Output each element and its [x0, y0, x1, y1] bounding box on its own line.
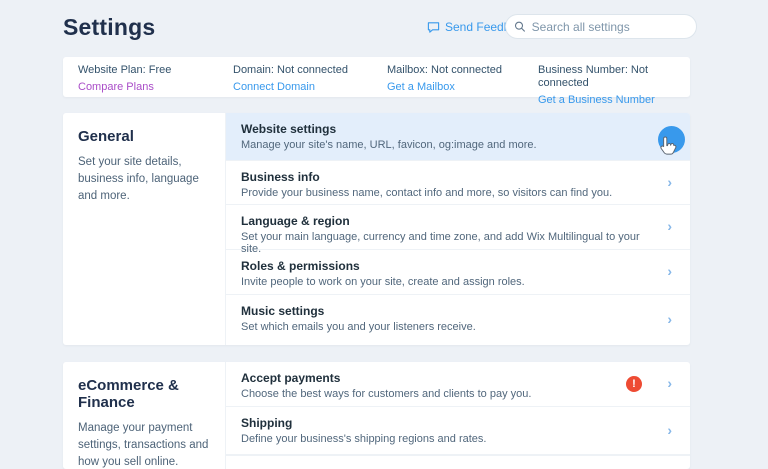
row-shipping[interactable]: Shipping Define your business's shipping…: [226, 407, 690, 455]
feedback-bubble-icon: [427, 21, 440, 34]
section-general-rows: Website settings Manage your site's name…: [225, 113, 690, 345]
chevron-right-icon: ›: [667, 174, 672, 188]
row-description: Choose the best ways for customers and c…: [241, 388, 650, 400]
chevron-right-icon: ›: [667, 312, 672, 326]
row-description: Define your business's shipping regions …: [241, 433, 650, 445]
section-ecommerce-header: eCommerce & Finance Manage your payment …: [63, 362, 225, 469]
hand-cursor-icon: [657, 135, 678, 159]
row-description: Provide your business name, contact info…: [241, 187, 650, 199]
status-item-plan: Website Plan: Free Compare Plans: [78, 64, 171, 95]
section-title: General: [78, 128, 213, 145]
business-number-status-label: Business Number: Not connected: [538, 64, 690, 90]
row-description: Manage your site's name, URL, favicon, o…: [241, 139, 650, 151]
mailbox-status-label: Mailbox: Not connected: [387, 64, 502, 77]
status-item-domain: Domain: Not connected Connect Domain: [233, 64, 348, 95]
status-item-business-number: Business Number: Not connected Get a Bus…: [538, 64, 690, 108]
row-title: Shipping: [241, 416, 650, 430]
chevron-right-icon: ›: [667, 219, 672, 233]
domain-status-label: Domain: Not connected: [233, 64, 348, 77]
section-title: eCommerce & Finance: [78, 377, 213, 411]
row-title: Music settings: [241, 304, 650, 318]
row-title: Website settings: [241, 122, 650, 136]
section-ecommerce-finance: eCommerce & Finance Manage your payment …: [63, 362, 690, 469]
row-business-info[interactable]: Business info Provide your business name…: [226, 161, 690, 205]
row-title: Business info: [241, 170, 650, 184]
search-input[interactable]: [532, 20, 688, 34]
row-music-settings[interactable]: Music settings Set which emails you and …: [226, 295, 690, 345]
row-partial: [226, 455, 690, 469]
section-description: Set your site details, business info, la…: [78, 154, 213, 205]
get-mailbox-link[interactable]: Get a Mailbox: [387, 80, 455, 94]
search-box[interactable]: [505, 14, 697, 39]
get-business-number-link[interactable]: Get a Business Number: [538, 93, 655, 107]
row-website-settings[interactable]: Website settings Manage your site's name…: [226, 113, 690, 161]
chevron-right-icon: ›: [667, 264, 672, 278]
row-title: Language & region: [241, 214, 650, 228]
row-title: Roles & permissions: [241, 259, 650, 273]
alert-icon: !: [626, 376, 642, 392]
plan-status-label: Website Plan: Free: [78, 64, 171, 77]
page-title: Settings: [63, 14, 155, 41]
chevron-right-icon: ›: [667, 422, 672, 436]
row-accept-payments[interactable]: Accept payments Choose the best ways for…: [226, 362, 690, 407]
search-icon: [514, 20, 526, 33]
section-description: Manage your payment settings, transactio…: [78, 420, 213, 469]
status-item-mailbox: Mailbox: Not connected Get a Mailbox: [387, 64, 502, 95]
row-title: Accept payments: [241, 371, 650, 385]
section-general: General Set your site details, business …: [63, 113, 690, 345]
compare-plans-link[interactable]: Compare Plans: [78, 80, 154, 94]
row-description: Invite people to work on your site, crea…: [241, 276, 650, 288]
chevron-right-icon: ›: [667, 376, 672, 390]
row-language-region[interactable]: Language & region Set your main language…: [226, 205, 690, 250]
section-ecommerce-rows: Accept payments Choose the best ways for…: [225, 362, 690, 469]
row-roles-permissions[interactable]: Roles & permissions Invite people to wor…: [226, 250, 690, 295]
connect-domain-link[interactable]: Connect Domain: [233, 80, 315, 94]
status-bar: Website Plan: Free Compare Plans Domain:…: [63, 57, 690, 97]
section-general-header: General Set your site details, business …: [63, 113, 225, 345]
row-description: Set which emails you and your listeners …: [241, 321, 650, 333]
